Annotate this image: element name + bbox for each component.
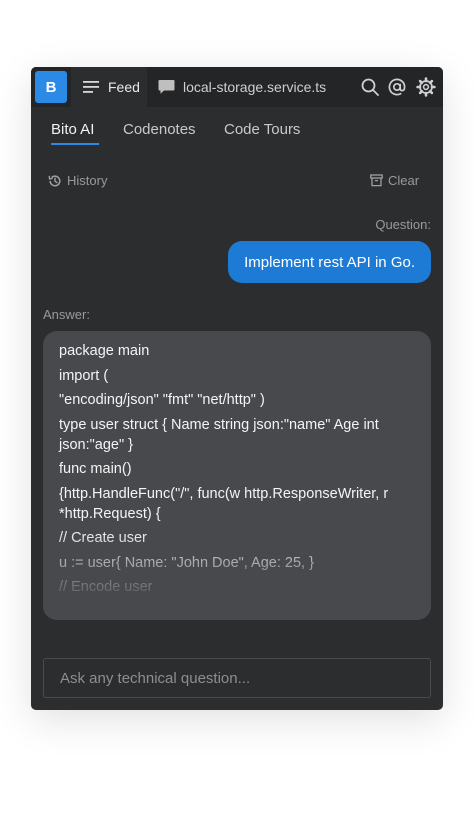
tab-feed-label: Feed xyxy=(108,79,140,95)
tab-file[interactable]: local-storage.service.ts xyxy=(147,67,326,107)
at-icon[interactable] xyxy=(387,77,407,97)
question-bubble: Implement rest API in Go. xyxy=(228,241,431,283)
trash-icon xyxy=(370,174,383,187)
tab-file-label: local-storage.service.ts xyxy=(183,79,327,95)
history-clock-icon xyxy=(48,174,61,187)
answer-line: // Create user xyxy=(59,530,147,546)
tab-feed[interactable]: Feed xyxy=(71,67,147,107)
gear-icon[interactable] xyxy=(416,77,436,97)
tab-bito-ai[interactable]: Bito AI xyxy=(51,121,94,138)
bito-logo[interactable]: B xyxy=(35,71,67,103)
chat-bubble-icon xyxy=(158,80,175,94)
history-button[interactable]: History xyxy=(48,173,107,188)
answer-line: // Encode user xyxy=(59,579,153,595)
active-tab-indicator xyxy=(51,143,99,145)
answer-line: type user struct { Name string json:"nam… xyxy=(59,416,379,453)
answer-line: {http.HandleFunc("/", func(w http.Respon… xyxy=(59,485,389,522)
answer-bubble: package main import ( "encoding/json" "f… xyxy=(43,331,431,620)
answer-code: package main import ( "encoding/json" "f… xyxy=(59,341,415,602)
top-bar: B Feed local-storage.service.ts xyxy=(31,67,443,107)
question-label: Question: xyxy=(375,217,431,232)
answer-line: package main xyxy=(59,343,150,359)
tab-code-tours[interactable]: Code Tours xyxy=(224,121,300,138)
answer-line: "encoding/json" "fmt" "net/http" ) xyxy=(59,392,265,408)
answer-line: u := user{ Name: "John Doe", Age: 25, } xyxy=(59,554,314,571)
question-input-box[interactable] xyxy=(43,658,431,698)
tab-codenotes[interactable]: Codenotes xyxy=(123,121,196,138)
answer-label: Answer: xyxy=(43,307,90,322)
clear-button[interactable]: Clear xyxy=(370,173,419,188)
bito-panel: B Feed local-storage.service.ts Bito AI … xyxy=(31,67,443,710)
search-icon[interactable] xyxy=(360,77,380,97)
answer-line: import ( xyxy=(59,367,109,384)
question-input[interactable] xyxy=(44,659,430,697)
question-text: Implement rest API in Go. xyxy=(244,253,415,271)
clear-label: Clear xyxy=(388,173,420,188)
answer-line: func main() xyxy=(59,461,132,477)
history-label: History xyxy=(67,173,108,188)
list-lines-icon xyxy=(83,81,99,93)
